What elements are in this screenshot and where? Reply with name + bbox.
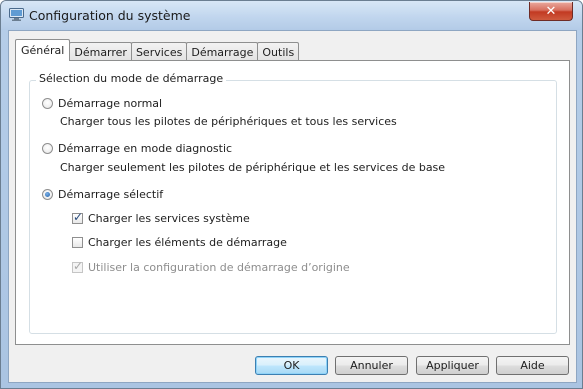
normal-startup-label: Démarrage normal [58, 97, 163, 110]
tab-services[interactable]: Services [130, 42, 188, 61]
tab-demarrage[interactable]: Démarrage [186, 42, 259, 61]
load-system-services-label: Charger les services système [88, 212, 250, 225]
close-icon: ✕ [545, 3, 557, 19]
tab-strip: Général Démarrer Services Démarrage Outi… [15, 39, 300, 61]
checkmark-icon: ✓ [73, 259, 84, 273]
use-original-config-option: ✓ Utiliser la configuration de démarrage… [72, 259, 350, 274]
load-system-services-option[interactable]: ✓ Charger les services système [72, 210, 250, 225]
tab-outils[interactable]: Outils [257, 42, 300, 61]
dialog-body: Général Démarrer Services Démarrage Outi… [8, 30, 577, 383]
selective-startup-radio[interactable] [42, 189, 53, 200]
startup-mode-legend: Sélection du mode de démarrage [36, 72, 227, 85]
window-title: Configuration du système [29, 8, 191, 23]
normal-startup-description: Charger tous les pilotes de périphérique… [60, 115, 397, 128]
load-startup-items-option[interactable]: Charger les éléments de démarrage [72, 236, 287, 249]
load-system-services-checkbox[interactable]: ✓ [72, 210, 84, 224]
help-button[interactable]: Aide [496, 356, 569, 375]
checkmark-icon: ✓ [73, 210, 84, 224]
diagnostic-startup-radio[interactable] [42, 143, 53, 154]
load-startup-items-label: Charger les éléments de démarrage [88, 236, 287, 249]
diagnostic-startup-option[interactable]: Démarrage en mode diagnostic [42, 142, 232, 155]
use-original-config-checkbox: ✓ [72, 259, 84, 273]
use-original-config-label: Utiliser la configuration de démarrage d… [88, 261, 350, 274]
system-config-icon [9, 8, 24, 21]
selective-startup-label: Démarrage sélectif [58, 188, 164, 201]
tab-general[interactable]: Général [15, 39, 71, 61]
normal-startup-radio[interactable] [42, 98, 53, 109]
general-tab-panel: Sélection du mode de démarrage Démarrage… [15, 60, 570, 345]
selective-startup-option[interactable]: Démarrage sélectif [42, 188, 163, 201]
normal-startup-option[interactable]: Démarrage normal [42, 97, 162, 110]
load-startup-items-checkbox[interactable] [72, 237, 83, 248]
title-bar[interactable]: Configuration du système ✕ [1, 1, 582, 30]
tab-demarrer[interactable]: Démarrer [69, 42, 132, 61]
ok-button[interactable]: OK [255, 356, 328, 375]
diagnostic-startup-label: Démarrage en mode diagnostic [58, 142, 233, 155]
apply-button[interactable]: Appliquer [416, 356, 489, 375]
diagnostic-startup-description: Charger seulement les pilotes de périphé… [60, 161, 446, 174]
system-config-window: Configuration du système ✕ Général Démar… [0, 0, 583, 389]
cancel-button[interactable]: Annuler [335, 356, 408, 375]
close-button[interactable]: ✕ [529, 2, 573, 21]
